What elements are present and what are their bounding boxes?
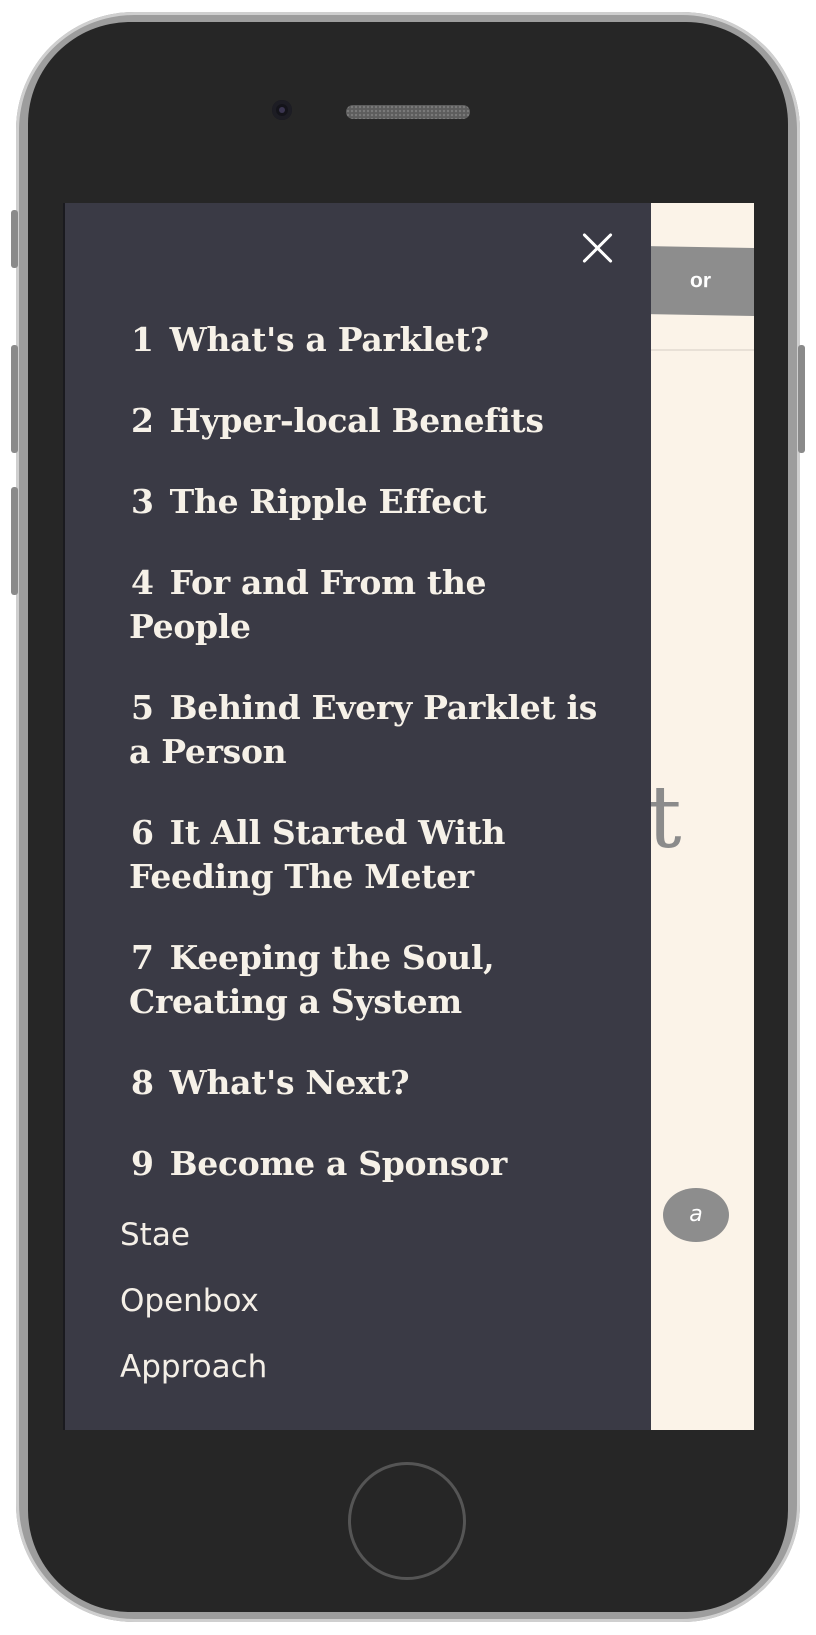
secondary-links: Stae Openbox Approach — [120, 1219, 267, 1417]
toc-item[interactable]: 1 What's a Parklet? — [129, 318, 609, 362]
toc-label: What's Next? — [169, 1063, 410, 1102]
toc-label: It All Started With Feeding The Meter — [129, 813, 506, 896]
toc-item[interactable]: 8 What's Next? — [129, 1061, 609, 1105]
mute-switch — [11, 210, 18, 268]
table-of-contents: 1 What's a Parklet? 2 Hyper-local Benefits… — [129, 318, 609, 1223]
link-approach[interactable]: Approach — [120, 1351, 267, 1384]
volume-up-button — [11, 345, 18, 453]
toc-label: For and From the People — [129, 563, 487, 646]
toc-item[interactable]: 9 Become a Sponsor — [129, 1142, 609, 1186]
toc-number: 3 — [131, 482, 154, 521]
toc-label: Become a Sponsor — [169, 1144, 508, 1183]
toc-number: 4 — [131, 563, 154, 602]
volume-down-button — [11, 487, 18, 595]
toc-label: Behind Every Parklet is a Person — [129, 688, 598, 771]
toc-label: What's a Parklet? — [169, 320, 490, 359]
toc-number: 9 — [131, 1144, 154, 1183]
toc-item[interactable]: 4 For and From the People — [129, 561, 609, 649]
toc-number: 1 — [131, 320, 154, 359]
earpiece-speaker — [346, 105, 470, 119]
toc-item[interactable]: 2 Hyper-local Benefits — [129, 399, 609, 443]
background-title-fragment: t — [647, 768, 682, 868]
power-button — [798, 345, 805, 453]
toc-label: The Ripple Effect — [169, 482, 487, 521]
toc-item[interactable]: 5 Behind Every Parklet is a Person — [129, 686, 609, 774]
front-camera — [272, 100, 292, 120]
navigation-drawer: 1 What's a Parklet? 2 Hyper-local Benefits… — [63, 203, 651, 1430]
toc-item[interactable]: 3 The Ripple Effect — [129, 480, 609, 524]
toc-number: 8 — [131, 1063, 154, 1102]
link-openbox[interactable]: Openbox — [120, 1285, 267, 1318]
toc-item[interactable]: 6 It All Started With Feeding The Meter — [129, 811, 609, 899]
toc-label: Hyper-local Benefits — [169, 401, 544, 440]
background-badge: a — [663, 1188, 729, 1242]
link-stae[interactable]: Stae — [120, 1219, 267, 1252]
toc-item[interactable]: 7 Keeping the Soul, Creating a System — [129, 936, 609, 1024]
toc-number: 2 — [131, 401, 154, 440]
toc-number: 5 — [131, 688, 154, 727]
toc-label: Keeping the Soul, Creating a System — [129, 938, 495, 1021]
screen: or t a 1 What's a Parklet? 2 Hyper-local B… — [63, 203, 754, 1430]
toc-number: 7 — [131, 938, 154, 977]
toc-number: 6 — [131, 813, 154, 852]
close-icon[interactable] — [581, 231, 615, 265]
home-button[interactable] — [348, 1462, 466, 1580]
